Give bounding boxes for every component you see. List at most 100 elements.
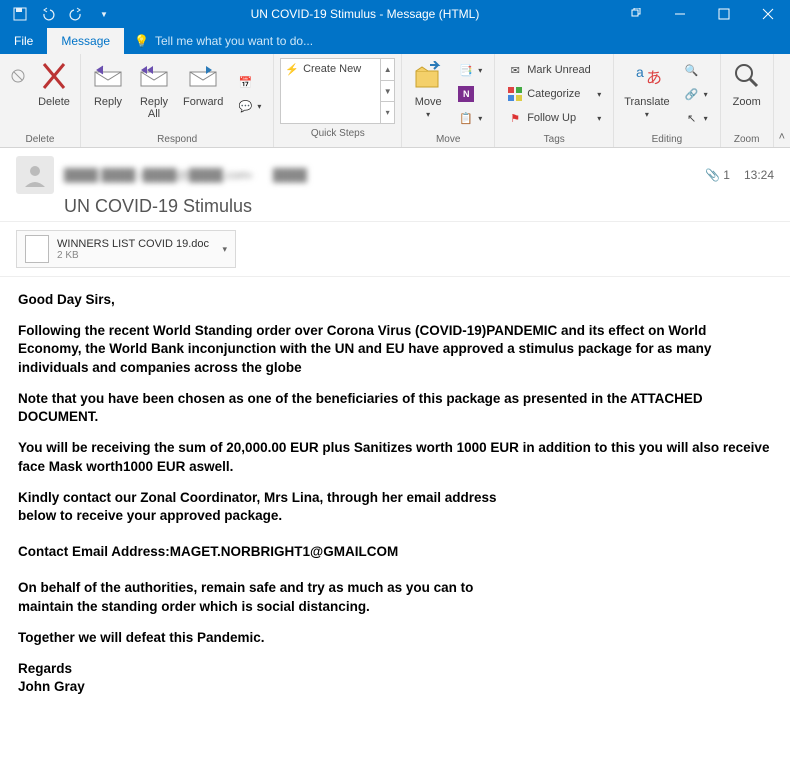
message-subject: UN COVID-19 Stimulus (64, 196, 774, 217)
restore-down-icon[interactable] (614, 0, 658, 28)
lightbulb-icon: 💡 (134, 34, 149, 48)
window-buttons (614, 0, 790, 28)
follow-up-button[interactable]: ⚑Follow Up▾ (503, 107, 605, 129)
delete-label: Delete (38, 96, 70, 108)
gallery-more-icon[interactable]: ▾ (381, 102, 394, 123)
group-editing: aあ Translate▾ 🔍 🔗▾ ↖▾ Editing (614, 54, 720, 147)
delete-button[interactable]: Delete (32, 56, 76, 132)
qat-dropdown-icon[interactable]: ▼ (92, 2, 116, 26)
reply-label: Reply (94, 96, 122, 108)
categorize-label: Categorize (527, 88, 580, 100)
respond-group-label: Respond (85, 132, 269, 147)
body-paragraph: Note that you have been chosen as one of… (18, 390, 772, 426)
tell-me-search[interactable]: 💡 Tell me what you want to do... (124, 28, 323, 54)
svg-text:a: a (636, 64, 644, 80)
attachment-dropdown-icon[interactable]: ▾ (222, 244, 227, 255)
related-button[interactable]: 🔗▾ (680, 83, 712, 105)
save-icon[interactable] (8, 2, 32, 26)
group-quick-steps: ⚡ Create New ▲▼▾ Quick Steps (274, 54, 402, 147)
maximize-icon[interactable] (702, 0, 746, 28)
tab-file[interactable]: File (0, 28, 47, 54)
attachment-indicator: 📎 1 (705, 168, 730, 182)
move-group-label: Move (406, 132, 490, 147)
svg-text:あ: あ (646, 69, 662, 87)
tags-group-label: Tags (499, 132, 609, 147)
group-delete: Delete Delete (0, 54, 81, 147)
attachment-item[interactable]: WINNERS LIST COVID 19.doc 2 KB ▾ (16, 230, 236, 268)
message-header: ████ ████ ‹████@████.com› ████ 📎 1 13:24… (0, 148, 790, 222)
undo-icon[interactable] (36, 2, 60, 26)
move-button[interactable]: Move▾ (406, 56, 450, 132)
categorize-button[interactable]: Categorize▾ (503, 83, 605, 105)
delete-group-label: Delete (4, 132, 76, 147)
sender-avatar (16, 156, 54, 194)
flag-icon: ⚑ (507, 110, 523, 126)
quick-access-toolbar: ▼ (0, 2, 116, 26)
window-title: UN COVID-19 Stimulus - Message (HTML) (116, 7, 614, 21)
reply-button[interactable]: Reply (85, 56, 131, 132)
attach-count: 1 (723, 168, 730, 182)
find-button[interactable]: 🔍 (680, 59, 712, 81)
envelope-icon: ✉ (507, 62, 523, 78)
body-paragraph: Contact Email Address:MAGET.NORBRIGHT1@G… (18, 543, 772, 561)
move-label: Move (415, 96, 442, 108)
zoom-button[interactable]: Zoom (725, 56, 769, 132)
tab-message[interactable]: Message (47, 28, 124, 54)
ribbon: Delete Delete Reply Reply All Forward 📅 … (0, 54, 790, 148)
gallery-down-icon[interactable]: ▼ (381, 81, 394, 103)
meeting-button[interactable]: 📅 (233, 71, 265, 93)
more-respond-button[interactable]: 💬▾ (233, 95, 265, 117)
body-paragraph: Good Day Sirs, (18, 291, 772, 309)
body-paragraph: Following the recent World Standing orde… (18, 322, 772, 377)
mark-unread-button[interactable]: ✉ Mark Unread (503, 59, 605, 81)
actions-icon: 📋 (458, 110, 474, 126)
select-button[interactable]: ↖▾ (680, 107, 712, 129)
mark-unread-label: Mark Unread (527, 64, 591, 76)
zoom-label: Zoom (733, 96, 761, 108)
title-bar: ▼ UN COVID-19 Stimulus - Message (HTML) (0, 0, 790, 28)
group-respond: Reply Reply All Forward 📅 💬▾ Respond (81, 54, 274, 147)
group-move: Move▾ 📑▾ N 📋▾ Move (402, 54, 495, 147)
body-paragraph: maintain the standing order which is soc… (18, 598, 772, 616)
body-paragraph: Regards (18, 660, 772, 678)
minimize-icon[interactable] (658, 0, 702, 28)
redo-icon[interactable] (64, 2, 88, 26)
body-paragraph: On behalf of the authorities, remain saf… (18, 579, 772, 597)
find-icon: 🔍 (684, 62, 700, 78)
translate-button[interactable]: aあ Translate▾ (618, 56, 675, 132)
quick-steps-gallery[interactable]: ⚡ Create New ▲▼▾ (280, 58, 395, 124)
body-paragraph: below to receive your approved package. (18, 507, 772, 525)
body-paragraph: John Gray (18, 678, 772, 696)
attachment-filename: WINNERS LIST COVID 19.doc (57, 238, 209, 250)
collapse-ribbon-icon[interactable]: ˄ (774, 54, 790, 147)
body-paragraph: Together we will defeat this Pandemic. (18, 629, 772, 647)
ribbon-tabs: File Message 💡 Tell me what you want to … (0, 28, 790, 54)
reply-all-button[interactable]: Reply All (131, 56, 177, 132)
gallery-up-icon[interactable]: ▲ (381, 59, 394, 81)
categorize-icon (507, 86, 523, 102)
close-icon[interactable] (746, 0, 790, 28)
translate-label: Translate (624, 96, 669, 108)
editing-group-label: Editing (618, 132, 715, 147)
onenote-button[interactable]: N (454, 83, 486, 105)
received-time: 13:24 (744, 168, 774, 182)
lightning-icon: ⚡ (285, 63, 299, 76)
meeting-icon: 📅 (237, 74, 253, 90)
forward-button[interactable]: Forward (177, 56, 229, 132)
zoom-group-label: Zoom (725, 132, 769, 147)
create-new-label: Create New (303, 63, 361, 75)
related-icon: 🔗 (684, 86, 700, 102)
document-icon (25, 235, 49, 263)
attachment-size: 2 KB (57, 250, 209, 261)
message-body: Good Day Sirs, Following the recent Worl… (0, 277, 790, 773)
ignore-button[interactable] (4, 56, 32, 132)
select-icon: ↖ (684, 110, 700, 126)
actions-button[interactable]: 📋▾ (454, 107, 486, 129)
group-tags: ✉Mark Unread Categorize▾ ⚑Follow Up▾ Tag… (495, 54, 614, 147)
quick-steps-group-label: Quick Steps (278, 126, 397, 141)
rules-icon: 📑 (458, 62, 474, 78)
onenote-icon: N (458, 86, 474, 102)
attachments-bar: WINNERS LIST COVID 19.doc 2 KB ▾ (0, 222, 790, 277)
rules-button[interactable]: 📑▾ (454, 59, 486, 81)
follow-up-label: Follow Up (527, 112, 576, 124)
